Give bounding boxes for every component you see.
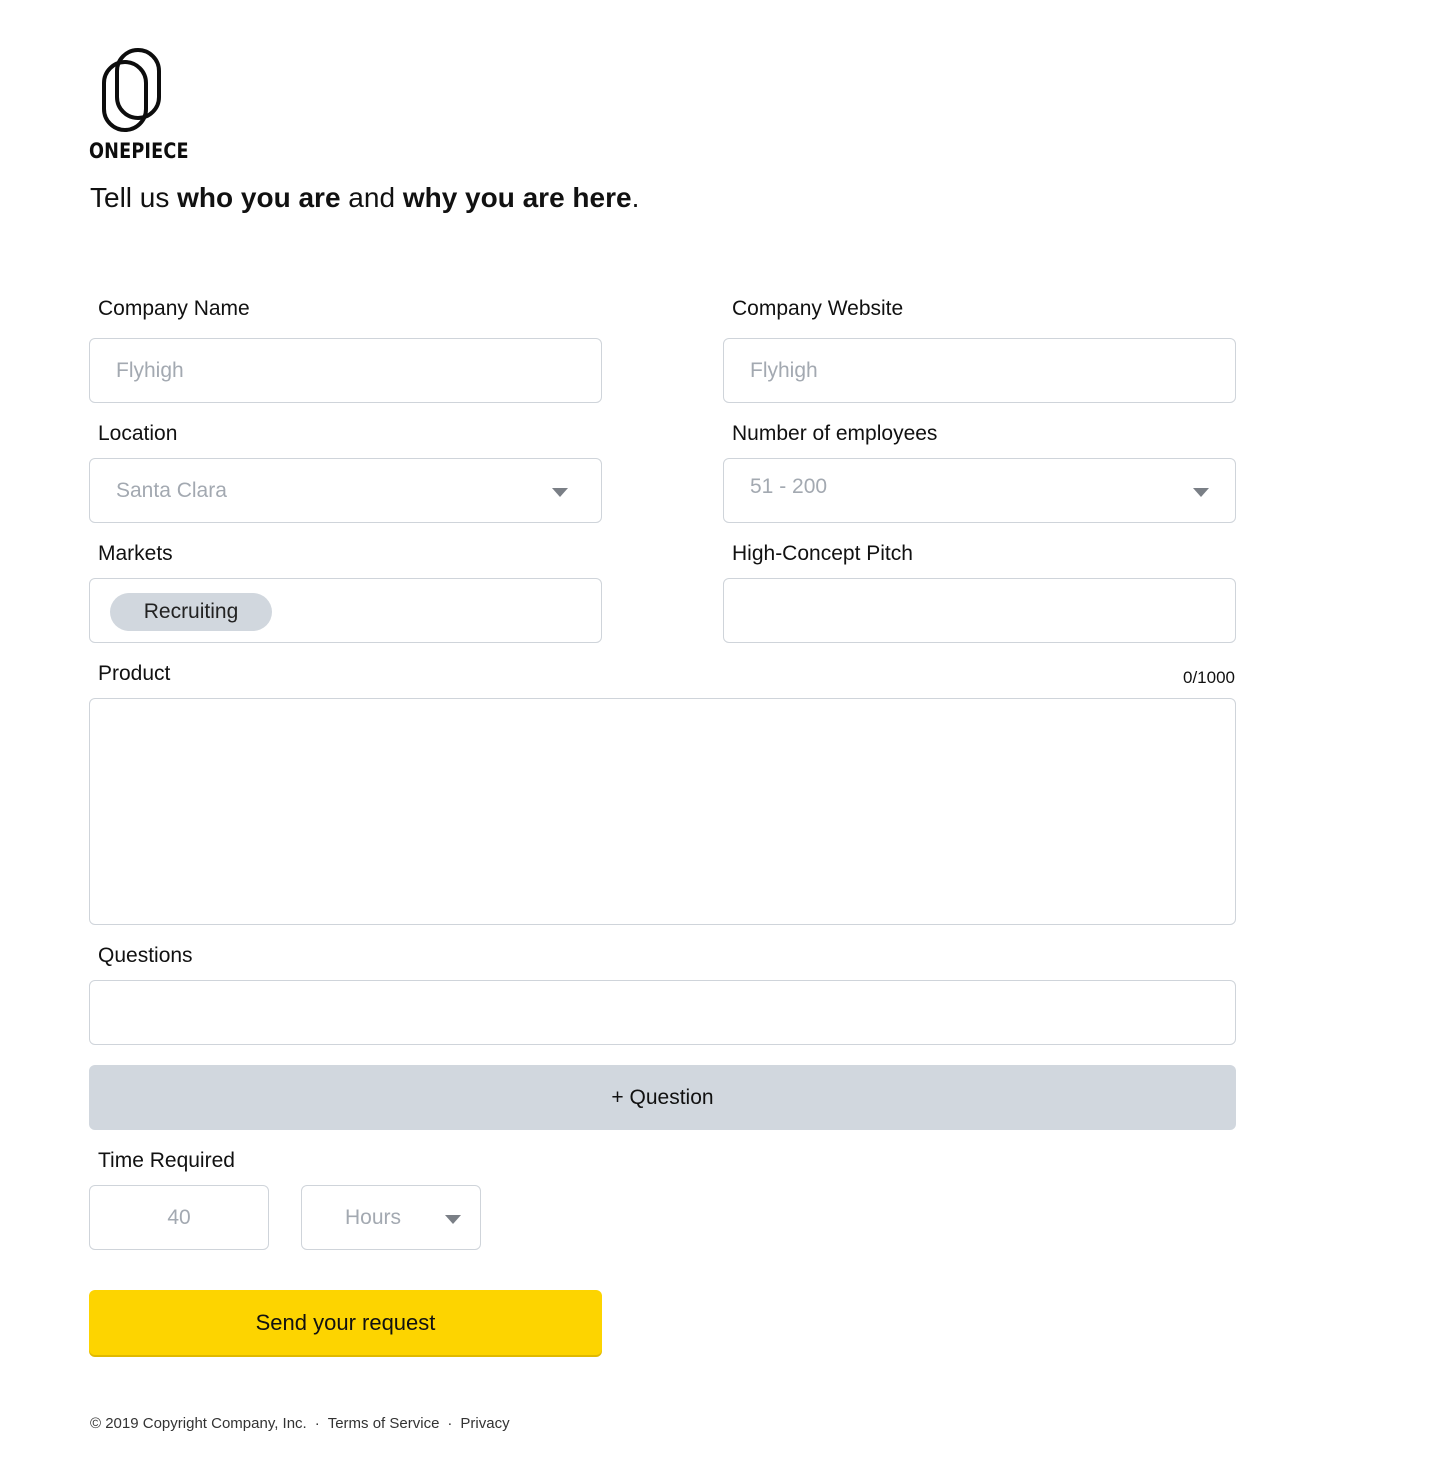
request-form-page: ONEPIECE Tell us who you are and why you… <box>0 0 1440 1477</box>
location-value: Santa Clara <box>116 478 227 502</box>
location-select[interactable]: Santa Clara <box>89 458 602 523</box>
pitch-label: High-Concept Pitch <box>732 542 913 565</box>
employees-value: 51 - 200 <box>750 474 828 498</box>
company-name-input[interactable]: Flyhigh <box>89 338 602 403</box>
markets-label: Markets <box>98 542 173 565</box>
chevron-down-icon <box>445 1214 461 1224</box>
headline-emphasis: why you are here <box>402 182 632 213</box>
company-name-placeholder: Flyhigh <box>116 358 184 382</box>
questions-label: Questions <box>98 944 193 967</box>
question-input[interactable] <box>89 980 1236 1045</box>
chevron-down-icon <box>1193 487 1209 497</box>
headline-emphasis: who you are <box>177 182 341 213</box>
company-website-label: Company Website <box>732 297 904 320</box>
brand-logo[interactable]: ONEPIECE <box>89 47 189 163</box>
pitch-input[interactable] <box>723 578 1236 643</box>
time-amount-input[interactable]: 40 <box>89 1185 269 1250</box>
footer-separator: · <box>447 1415 453 1432</box>
headline-text: and <box>340 182 403 213</box>
page-headline: Tell us who you are and why you are here… <box>90 182 639 214</box>
time-unit-value: Hours <box>345 1205 402 1229</box>
headline-text: . <box>631 182 640 213</box>
company-website-input[interactable]: Flyhigh <box>723 338 1236 403</box>
employees-label: Number of employees <box>732 422 938 445</box>
product-char-counter: 0/1000 <box>1183 668 1235 687</box>
markets-tag-input[interactable]: Recruiting <box>89 578 602 643</box>
copyright-text: © 2019 Copyright Company, Inc. <box>90 1415 307 1432</box>
paperclip-icon <box>102 48 161 132</box>
market-chip[interactable]: Recruiting <box>110 593 272 631</box>
headline-text: Tell us <box>90 182 178 213</box>
employees-select[interactable]: 51 - 200 <box>723 458 1236 523</box>
company-website-placeholder: Flyhigh <box>750 358 818 382</box>
company-name-label: Company Name <box>98 297 250 320</box>
time-amount-value: 40 <box>167 1205 191 1229</box>
chevron-down-icon <box>552 487 568 497</box>
time-required-label: Time Required <box>98 1149 235 1172</box>
brand-name: ONEPIECE <box>89 139 189 163</box>
location-label: Location <box>98 422 178 445</box>
footer-separator: · <box>314 1415 320 1432</box>
send-request-button[interactable]: Send your request <box>89 1290 602 1355</box>
terms-link[interactable]: Terms of Service <box>328 1415 440 1432</box>
footer: © 2019 Copyright Company, Inc. · Terms of … <box>90 1415 510 1432</box>
privacy-link[interactable]: Privacy <box>460 1415 509 1432</box>
product-textarea[interactable] <box>89 698 1236 925</box>
add-question-button[interactable]: + Question <box>89 1065 1236 1130</box>
time-unit-select[interactable]: Hours <box>301 1185 481 1250</box>
product-label: Product <box>98 662 171 685</box>
